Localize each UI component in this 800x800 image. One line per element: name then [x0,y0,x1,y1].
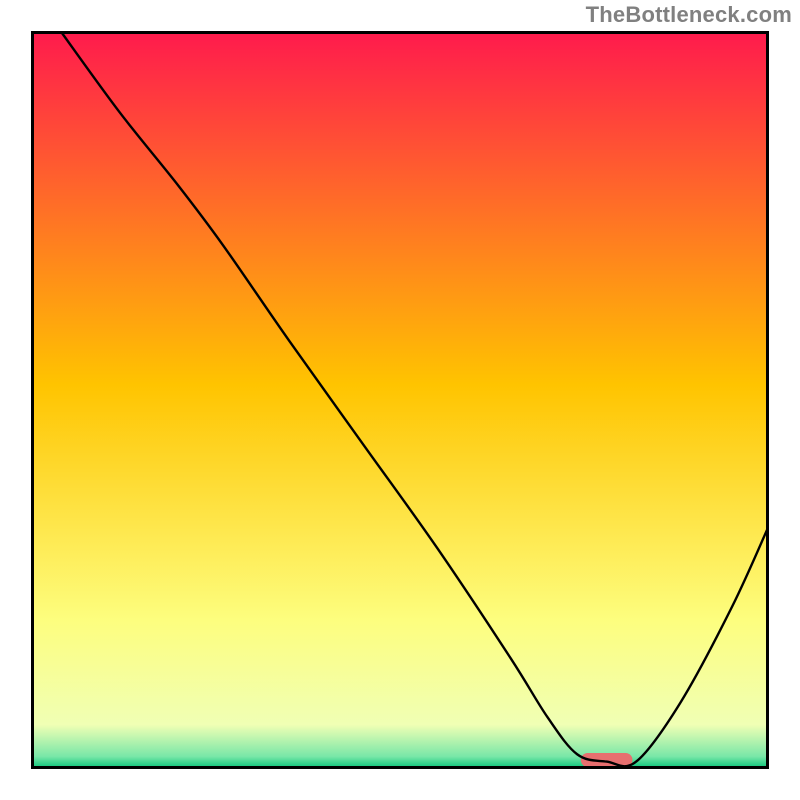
chart-frame [31,31,769,769]
watermark-text: TheBottleneck.com [586,2,792,28]
bottleneck-chart [31,31,769,769]
